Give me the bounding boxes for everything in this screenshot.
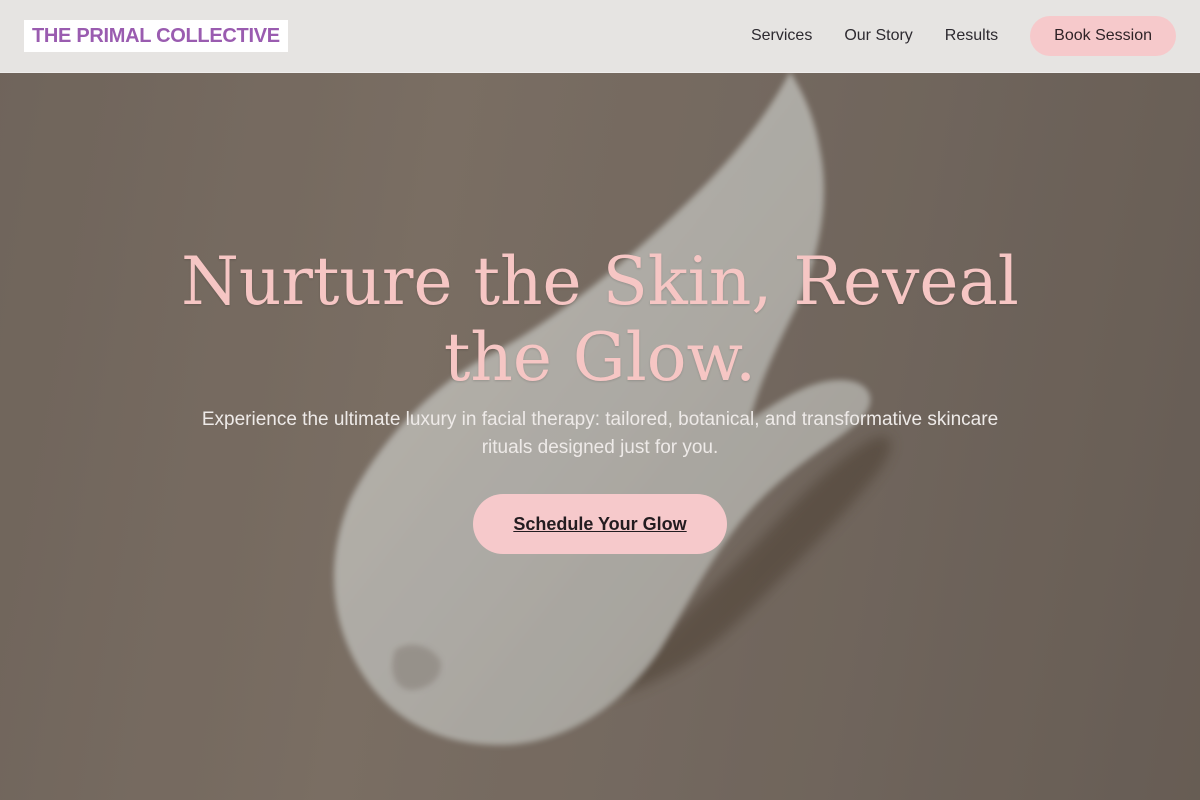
nav-link-our-story[interactable]: Our Story: [844, 16, 912, 56]
hero-overlay: [0, 0, 1200, 800]
main-nav: Services Our Story Results Book Session: [751, 16, 1176, 56]
brand-logo[interactable]: THE PRIMAL COLLECTIVE: [24, 20, 288, 52]
nav-link-services[interactable]: Services: [751, 16, 812, 56]
hero-headline: Nurture the Skin, Reveal the Glow.: [181, 243, 1019, 396]
nav-link-results[interactable]: Results: [945, 16, 998, 56]
top-navigation-bar: THE PRIMAL COLLECTIVE Services Our Story…: [0, 0, 1200, 73]
hero-section: [0, 0, 1200, 800]
book-session-button[interactable]: Book Session: [1030, 16, 1176, 56]
hero-subtitle: Experience the ultimate luxury in facial…: [201, 409, 999, 458]
schedule-your-glow-button[interactable]: Schedule Your Glow: [473, 494, 727, 554]
